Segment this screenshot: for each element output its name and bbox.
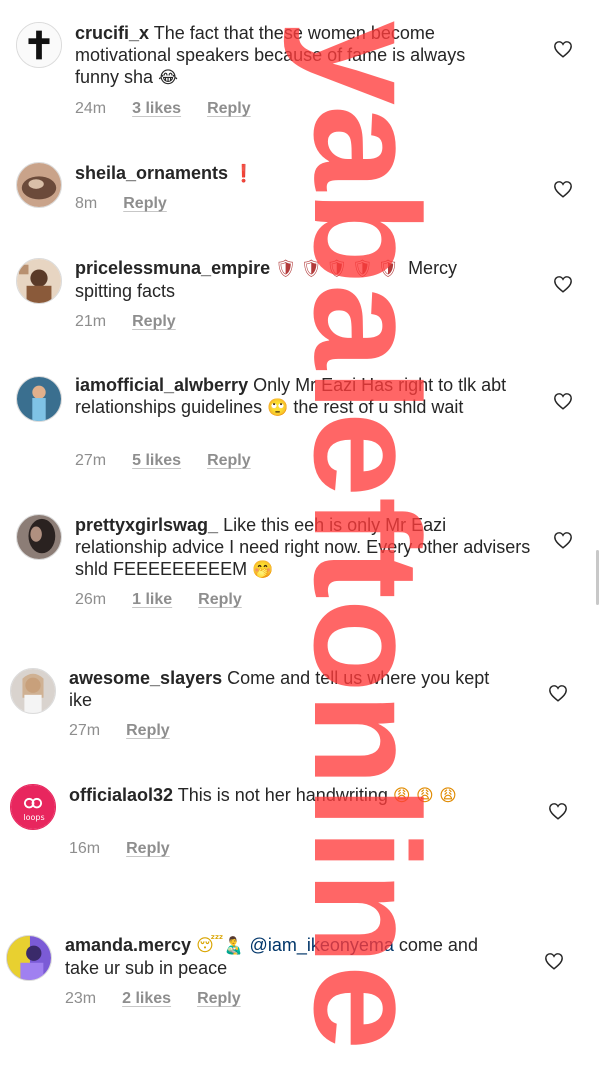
comment-text: crucifi_x The fact that these women beco… xyxy=(75,22,495,89)
comment-time: 24m xyxy=(75,100,107,117)
reply-button[interactable]: Reply xyxy=(132,313,176,331)
likes-link[interactable]: 1 like xyxy=(132,591,172,609)
comment-meta: 23m 2 likes Reply xyxy=(65,990,241,1008)
comment-username[interactable]: sheila_ornaments xyxy=(75,163,228,183)
likes-link[interactable]: 3 likes xyxy=(132,100,181,118)
comment-time: 26m xyxy=(75,591,107,608)
comment-username[interactable]: pricelessmuna_empire xyxy=(75,258,270,278)
reply-button[interactable]: Reply xyxy=(207,452,251,470)
avatar[interactable] xyxy=(16,162,62,208)
comment-meta: 24m 3 likes Reply xyxy=(75,100,251,118)
comment-time: 27m xyxy=(69,722,101,739)
emoji: ❗ xyxy=(233,164,255,184)
comment-meta: 16m Reply xyxy=(69,840,170,858)
comment-time: 21m xyxy=(75,313,107,330)
comment-text: officialaol32 This is not her handwritin… xyxy=(69,784,509,807)
emoji: 😂 xyxy=(158,68,178,88)
avatar-label: loops xyxy=(23,813,45,822)
emoji: 🙄 xyxy=(267,398,289,418)
avatar[interactable] xyxy=(16,22,62,68)
comment-username[interactable]: amanda.mercy xyxy=(65,935,191,955)
emoji: 🤭 xyxy=(252,560,274,580)
emoji: 😴👨‍🍼 xyxy=(196,936,245,956)
reply-button[interactable]: Reply xyxy=(123,195,167,213)
comment-time: 27m xyxy=(75,452,107,469)
comment-username[interactable]: officialaol32 xyxy=(69,785,173,805)
avatar[interactable] xyxy=(16,258,62,304)
like-heart-icon[interactable] xyxy=(544,952,564,970)
reply-button[interactable]: Reply xyxy=(197,990,241,1008)
like-heart-icon[interactable] xyxy=(553,275,573,293)
comment-meta: 21m Reply xyxy=(75,313,176,331)
emoji: 🛡🛡🛡🛡🛡 xyxy=(275,259,404,279)
like-heart-icon[interactable] xyxy=(548,684,568,702)
likes-link[interactable]: 5 likes xyxy=(132,452,181,470)
reply-button[interactable]: Reply xyxy=(126,840,170,858)
comment-time: 16m xyxy=(69,840,101,857)
avatar[interactable] xyxy=(10,668,56,714)
comment-text: iamofficial_alwberry Only Mr Eazi Has ri… xyxy=(75,374,515,419)
like-heart-icon[interactable] xyxy=(553,40,573,58)
like-heart-icon[interactable] xyxy=(553,392,573,410)
like-heart-icon[interactable] xyxy=(553,180,573,198)
avatar[interactable] xyxy=(16,514,62,560)
reply-button[interactable]: Reply xyxy=(126,722,170,740)
reply-button[interactable]: Reply xyxy=(207,100,251,118)
comment-meta: 8m Reply xyxy=(75,195,167,213)
avatar[interactable] xyxy=(6,935,52,981)
comment-time: 23m xyxy=(65,990,97,1007)
comment-text: prettyxgirlswag_ Like this eeh is only M… xyxy=(75,514,535,581)
comment-meta: 26m 1 like Reply xyxy=(75,591,242,609)
comment-body: This is not her handwriting xyxy=(177,785,388,805)
comment-text: awesome_slayers Come and tell us where y… xyxy=(69,667,509,711)
reply-button[interactable]: Reply xyxy=(198,591,242,609)
comment-username[interactable]: iamofficial_alwberry xyxy=(75,375,248,395)
comment-username[interactable]: awesome_slayers xyxy=(69,668,222,688)
scrollbar[interactable] xyxy=(596,550,599,605)
comment-time: 8m xyxy=(75,195,98,212)
comment-text: sheila_ornaments ❗ xyxy=(75,162,495,185)
comment-body-continued: the rest of u shld wait xyxy=(293,397,464,417)
comment-username[interactable]: prettyxgirlswag_ xyxy=(75,515,218,535)
comment-username[interactable]: crucifi_x xyxy=(75,23,149,43)
avatar[interactable]: loops xyxy=(10,784,56,830)
mention-link[interactable]: @iam_ikeonyema xyxy=(250,935,394,955)
emoji: 😩 😩 😩 xyxy=(392,786,457,806)
comment-text: amanda.mercy 😴👨‍🍼 @iam_ikeonyema come an… xyxy=(65,934,515,979)
avatar[interactable] xyxy=(16,376,62,422)
like-heart-icon[interactable] xyxy=(548,802,568,820)
comment-meta: 27m Reply xyxy=(69,722,170,740)
comment-text: pricelessmuna_empire 🛡🛡🛡🛡🛡 Mercy spittin… xyxy=(75,257,505,302)
comment-meta: 27m 5 likes Reply xyxy=(75,452,251,470)
like-heart-icon[interactable] xyxy=(553,531,573,549)
likes-link[interactable]: 2 likes xyxy=(122,990,171,1008)
